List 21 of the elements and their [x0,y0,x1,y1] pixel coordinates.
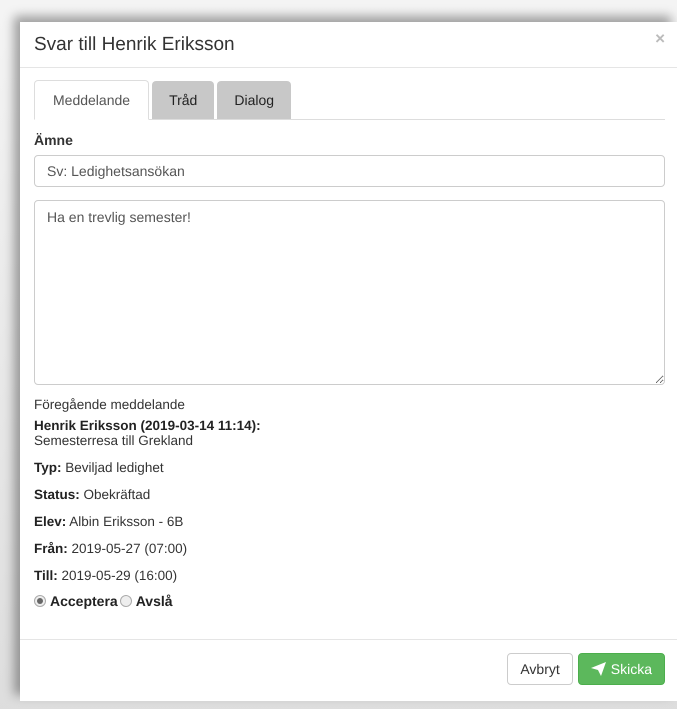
message-text: Semesterresa till Grekland [34,433,194,448]
field-label: Ämne [34,132,74,148]
tab[interactable]: Dialog [217,81,292,119]
message-author: Henrik Eriksson (2019-03-14 11:14): [34,418,262,433]
subject-field[interactable]: Sv: Ledighetsansökan [34,155,665,187]
send-icon [590,662,606,676]
tab[interactable]: Meddelande [34,80,150,120]
radio-button[interactable] [34,595,46,607]
radio-button[interactable] [120,595,132,607]
dialog-title: Svar till Henrik Eriksson [34,34,235,56]
radio-label: Avslå [136,593,173,609]
cancel-button[interactable]: Avbryt [507,653,573,685]
detail-text: Typ: Beviljad ledighet [34,460,165,475]
detail-text: Till: 2019-05-29 (16:00) [34,568,178,583]
message-field[interactable]: Ha en trevlig semester! [34,200,665,385]
section-heading: Föregående meddelande [34,397,186,412]
tab[interactable]: Tråd [152,81,214,119]
radio-label: Acceptera [50,593,118,609]
detail-text: Från: 2019-05-27 (07:00) [34,541,188,556]
detail-text: Elev: Albin Eriksson - 6B [34,514,184,529]
detail-text: Status: Obekräftad [34,487,152,502]
